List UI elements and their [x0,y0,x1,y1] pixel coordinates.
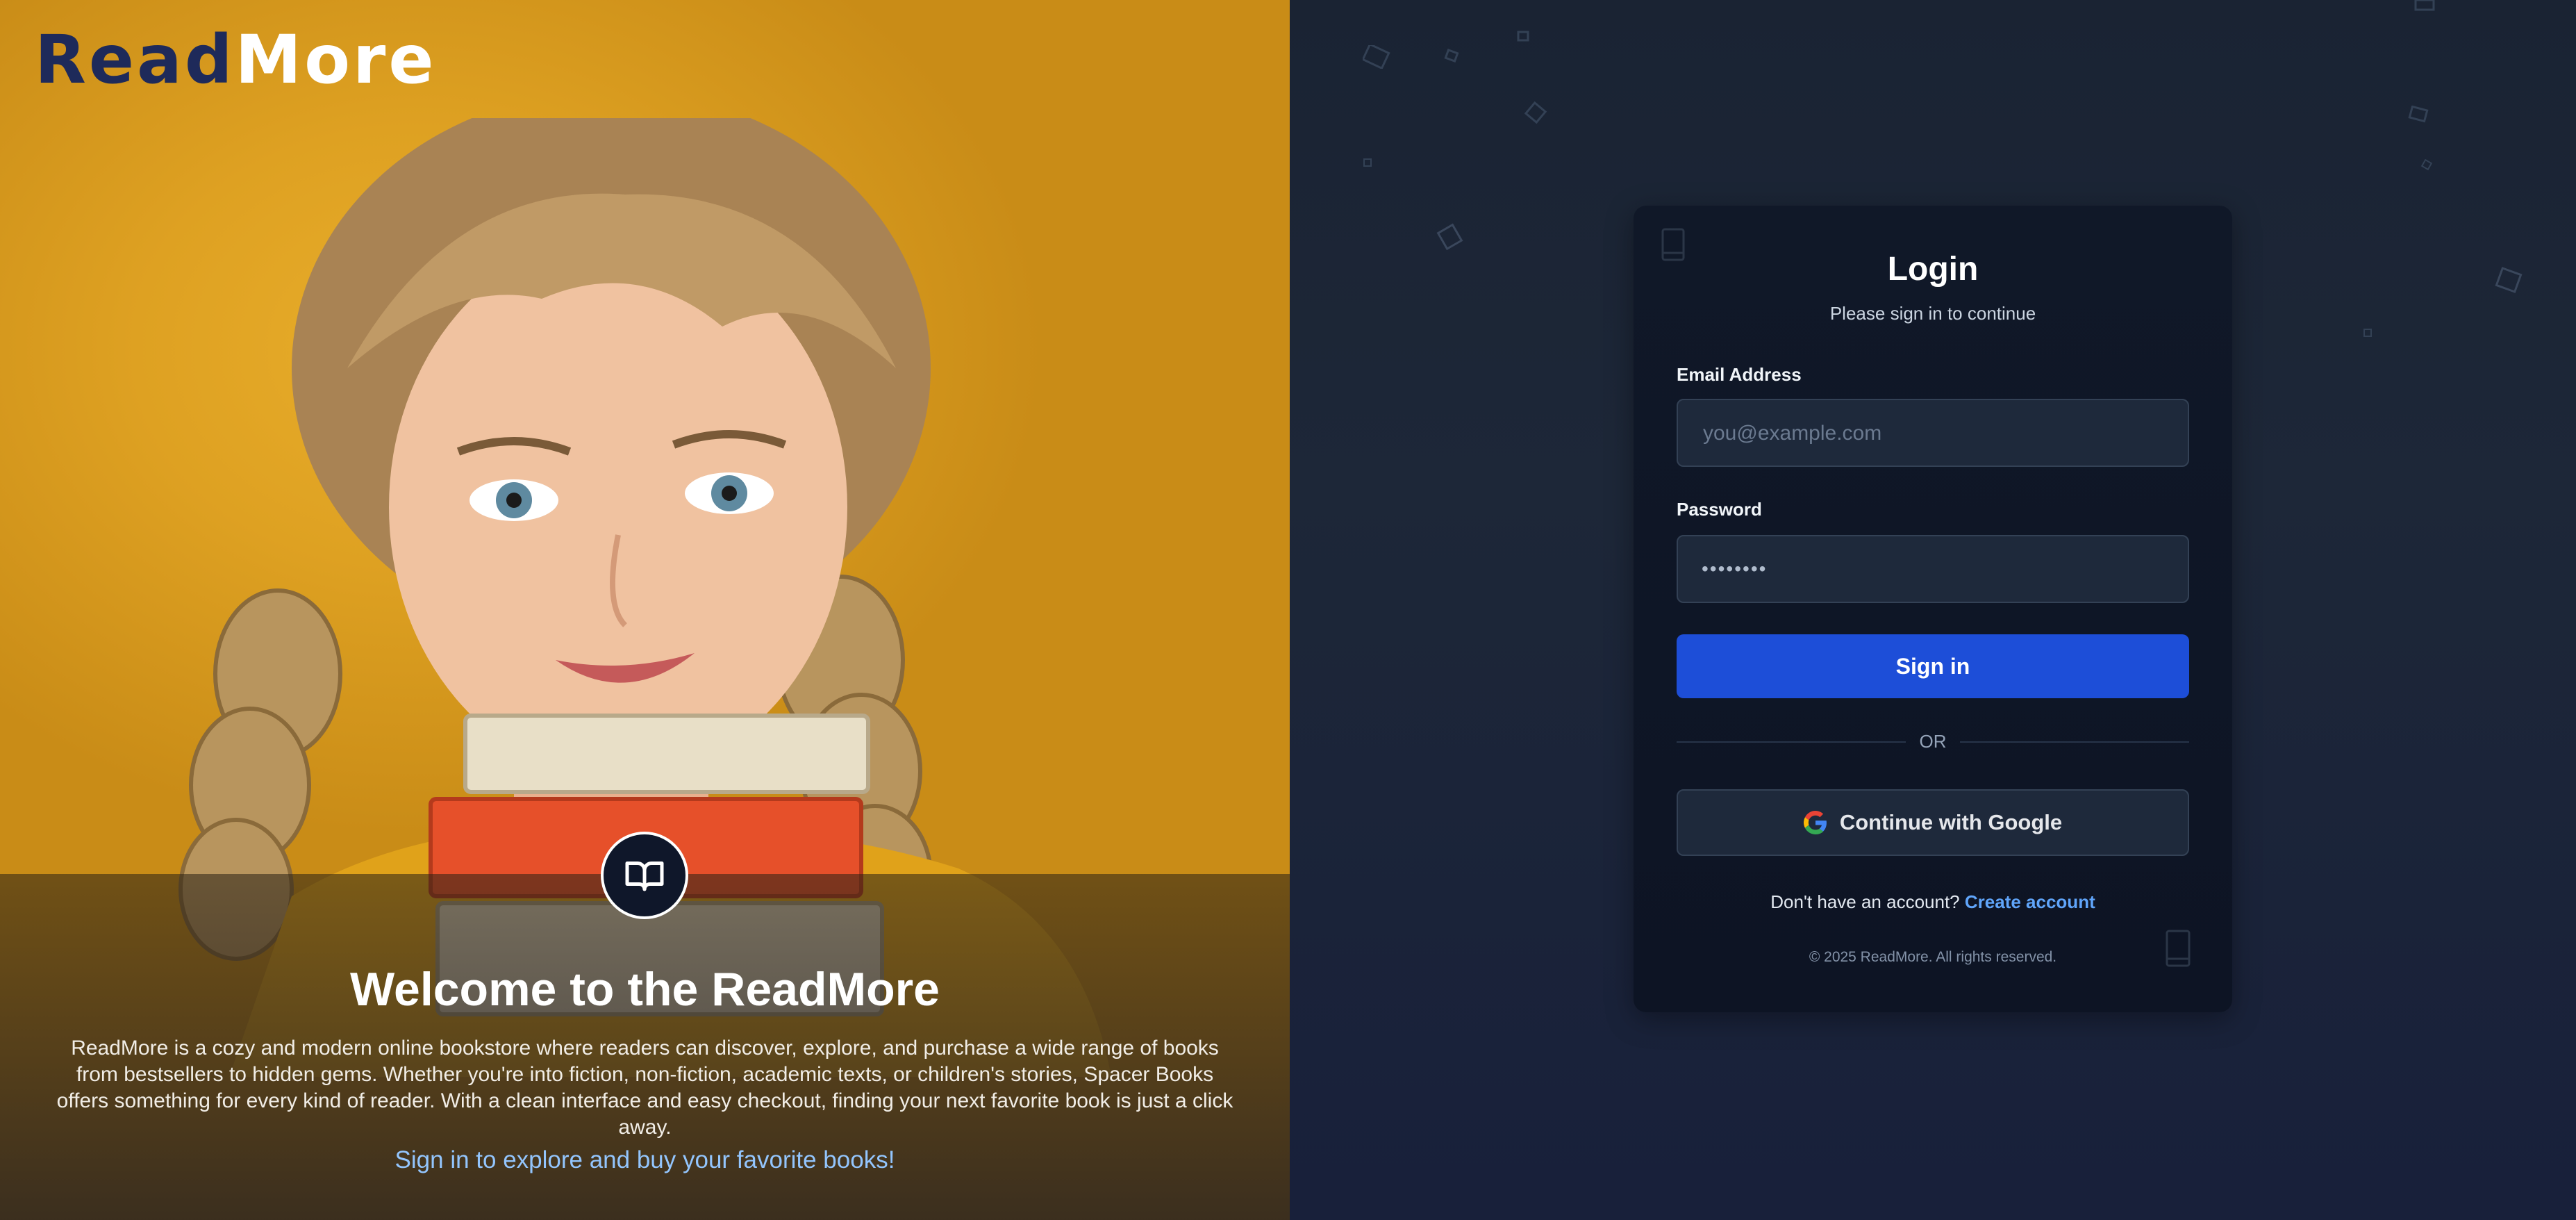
book-decoration-icon [1524,101,1547,124]
password-label: Password [1677,499,1762,520]
hero-panel: ReadMore Welcome to the ReadMore ReadMor… [0,0,1290,1220]
book-decoration-icon [2420,158,2433,171]
login-card: Login Please sign in to continue Email A… [1634,206,2232,1012]
email-input[interactable] [1702,400,2167,467]
book-decoration-icon [2408,106,2429,123]
or-divider: OR [1677,728,2189,756]
open-book-icon [601,832,688,919]
brand-part-more: More [235,21,437,99]
password-field[interactable]: •••••••• [1677,535,2189,603]
create-account-link[interactable]: Create account [1965,891,2095,912]
password-value: •••••••• [1702,558,1768,579]
google-icon [1803,811,1827,834]
book-decoration-icon [1363,45,1390,69]
signin-button[interactable]: Sign in [1677,634,2189,698]
hero-cta: Sign in to explore and buy your favorite… [394,1146,895,1173]
book-decoration-icon [1444,49,1459,63]
email-field[interactable] [1677,399,2189,467]
book-decoration-icon [1436,223,1463,251]
signup-prompt-text: Don't have an account? [1770,891,1960,912]
book-decoration-icon [2414,0,2435,11]
book-decoration-icon [2363,329,2372,337]
google-signin-button[interactable]: Continue with Google [1677,789,2189,856]
login-subtitle: Please sign in to continue [1829,303,2036,324]
book-decoration-icon [1363,158,1372,167]
copyright-text: © 2025 ReadMore. All rights reserved. [1809,949,2057,965]
brand-part-read: Read [35,21,235,99]
or-text: OR [1919,731,1947,752]
brand-logo[interactable]: ReadMore [35,21,436,99]
book-decoration-icon [1517,31,1529,42]
signup-prompt: Don't have an account? Create account [1634,891,2232,913]
login-title: Login [1887,251,1979,288]
google-button-label: Continue with Google [1839,810,2063,834]
hero-description: ReadMore is a cozy and modern online boo… [56,1037,1233,1139]
hero-title: Welcome to the ReadMore [350,963,940,1016]
book-decoration-icon [2495,267,2523,293]
email-label: Email Address [1677,364,1802,385]
